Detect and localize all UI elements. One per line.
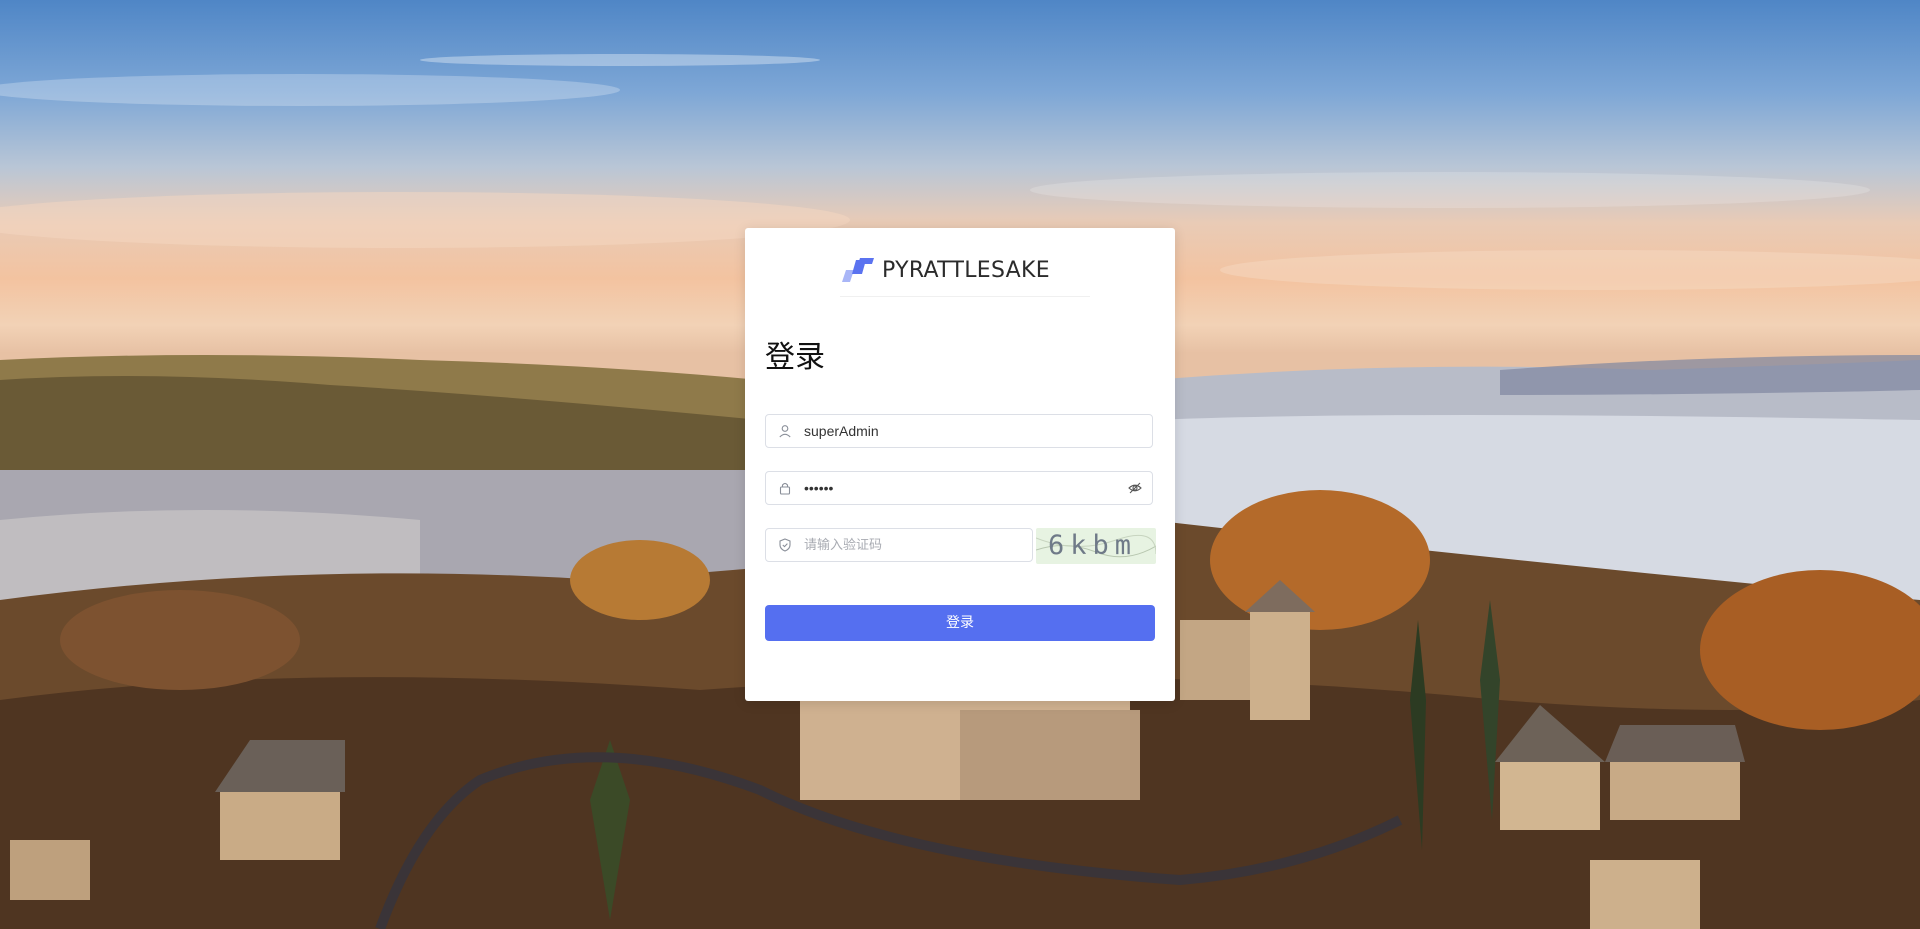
login-card: PYRATTLESAKE 登录 superAdmin •••••• 请输入验证码 (745, 228, 1175, 701)
lock-icon (779, 482, 791, 495)
username-value: superAdmin (804, 423, 879, 439)
password-value: •••••• (804, 480, 834, 496)
captcha-placeholder: 请输入验证码 (804, 537, 883, 552)
brand-name: PYRATTLESAKE (882, 258, 1050, 283)
user-icon (779, 425, 791, 438)
captcha-code: 6kbm (1048, 530, 1138, 561)
password-field[interactable]: •••••• (765, 471, 1153, 505)
username-field[interactable]: superAdmin (765, 414, 1153, 448)
eye-hidden-icon[interactable] (1128, 481, 1142, 495)
brand-header: PYRATTLESAKE (840, 256, 1090, 297)
login-button[interactable]: 登录 (765, 605, 1155, 641)
login-title: 登录 (765, 340, 825, 375)
captcha-input[interactable]: 请输入验证码 (765, 528, 1033, 562)
shield-icon (779, 538, 791, 552)
captcha-image[interactable]: 6kbm (1036, 528, 1156, 564)
brand-logo-icon (842, 258, 874, 282)
